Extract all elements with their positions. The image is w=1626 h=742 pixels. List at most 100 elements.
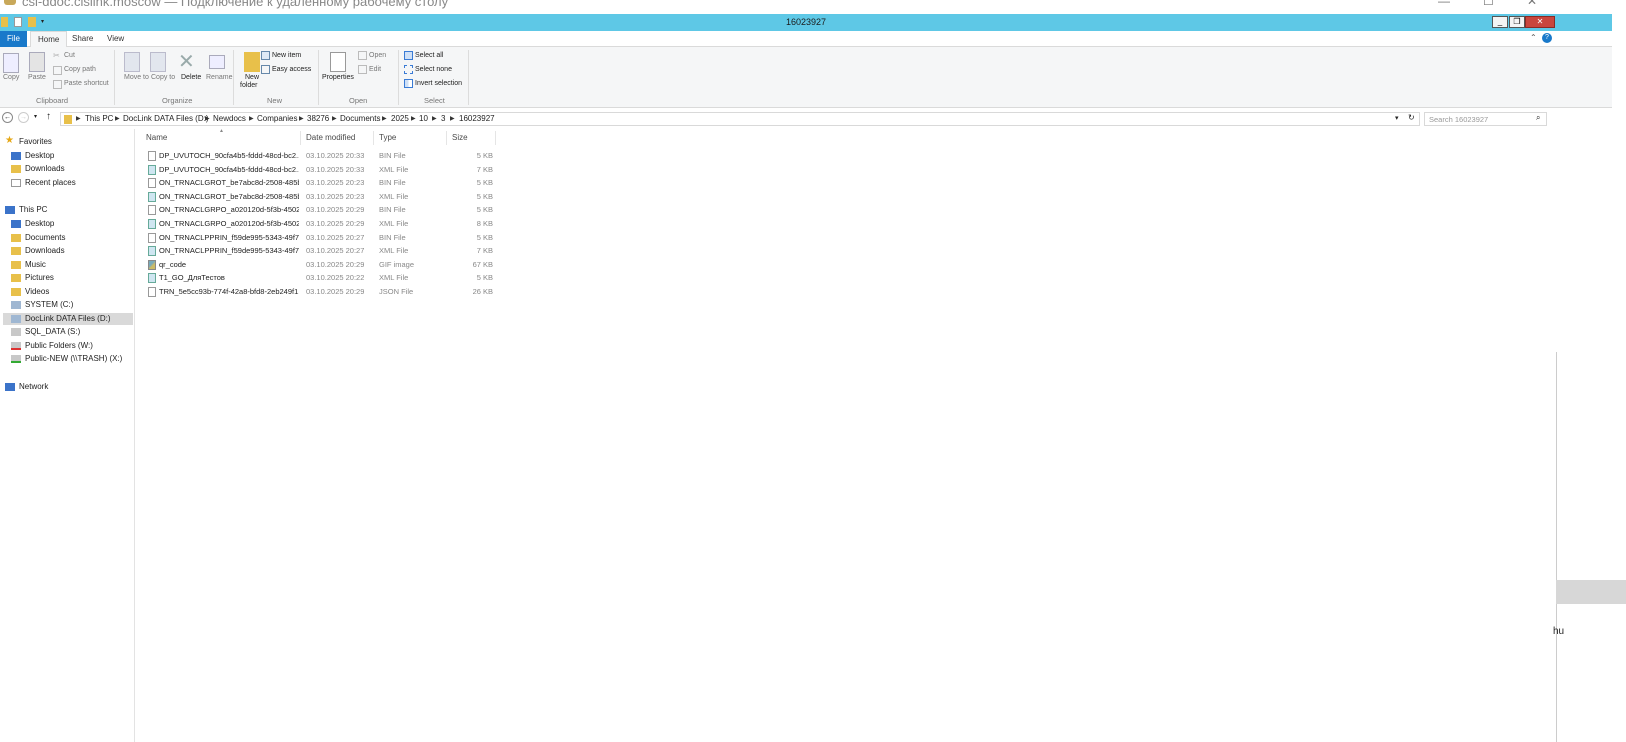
easy-access-button[interactable]: Easy access xyxy=(272,66,311,73)
file-row[interactable]: ON_TRNACLPPRIN_f59de995-5343-49f7-... 03.… xyxy=(138,231,498,245)
file-row[interactable]: DP_UVUTOCH_90cfa4b5-fddd-48cd-bc2... 03.1… xyxy=(138,163,498,177)
breadcrumb-3[interactable]: 3 xyxy=(441,114,445,123)
invert-selection-button[interactable]: Invert selection xyxy=(415,80,462,87)
file-row[interactable]: ON_TRNACLPPRIN_f59de995-5343-49f7-... 03.… xyxy=(138,244,498,258)
refresh-icon[interactable]: ↻ xyxy=(1408,113,1415,122)
nav-pc-music[interactable]: Music xyxy=(11,259,46,271)
nav-pc-documents[interactable]: Documents xyxy=(11,232,65,244)
address-bar[interactable]: ▶ This PC ▶ DocLink DATA Files (D:) ▶ Ne… xyxy=(60,112,1420,126)
file-row[interactable]: ON_TRNACLGRPO_a020120d-5f3b-4502-... 03.1… xyxy=(138,203,498,217)
file-row[interactable]: TRN_5e5cc93b-774f-42a8-bfd8-2eb249f1... 0… xyxy=(138,285,498,299)
chevron-right-icon[interactable]: ▶ xyxy=(450,115,455,122)
rdp-maximize-button[interactable]: ☐ xyxy=(1483,0,1494,8)
ribbon: Copy Paste ✂ Cut Copy path Paste shortcu… xyxy=(0,47,1612,108)
select-all-button[interactable]: Select all xyxy=(415,52,443,59)
explorer-restore-button[interactable]: ❐ xyxy=(1509,16,1525,28)
chevron-right-icon[interactable]: ▶ xyxy=(432,115,437,122)
column-header-size[interactable]: Size xyxy=(447,131,496,145)
clipboard-group-label: Clipboard xyxy=(36,96,69,105)
chevron-right-icon[interactable]: ▶ xyxy=(382,115,387,122)
nav-pc-doclink-d[interactable]: DocLink DATA Files (D:) xyxy=(3,313,133,325)
new-item-button[interactable]: New item xyxy=(272,52,301,59)
ribbon-separator xyxy=(233,50,234,105)
move-to-button[interactable]: Move to xyxy=(124,74,149,81)
chevron-right-icon[interactable]: ▶ xyxy=(76,115,81,122)
background-window-scrollbar xyxy=(1556,580,1626,604)
copy-button[interactable]: Copy xyxy=(3,74,19,81)
breadcrumb-this-pc[interactable]: This PC xyxy=(85,114,113,123)
file-row[interactable]: qr_code 03.10.2025 20:29 GIF image 67 KB xyxy=(138,258,498,272)
cut-button[interactable]: Cut xyxy=(64,52,75,59)
file-size: 5 KB xyxy=(476,273,493,283)
nav-fav-downloads[interactable]: Downloads xyxy=(11,163,65,175)
nav-pc-pictures[interactable]: Pictures xyxy=(11,272,54,284)
forward-button[interactable]: → xyxy=(18,112,29,123)
new-folder-button[interactable]: New xyxy=(245,74,259,81)
chevron-right-icon[interactable]: ▶ xyxy=(249,115,254,122)
help-icon[interactable]: ? xyxy=(1542,33,1552,43)
nav-pc-downloads[interactable]: Downloads xyxy=(11,245,65,257)
nav-pc-public-new-x[interactable]: Public-NEW (\\TRASH) (X:) xyxy=(11,353,122,365)
tab-home[interactable]: Home xyxy=(30,31,68,47)
rdp-close-button[interactable]: ✕ xyxy=(1527,0,1537,8)
nav-favorites[interactable]: ★ Favorites xyxy=(5,135,52,148)
breadcrumb-doclink-drive[interactable]: DocLink DATA Files (D:) xyxy=(123,114,209,123)
chevron-right-icon[interactable]: ▶ xyxy=(205,115,210,122)
nav-pc-system-c[interactable]: SYSTEM (C:) xyxy=(11,299,73,311)
collapse-ribbon-icon[interactable]: ⌃ xyxy=(1530,33,1537,42)
nav-network[interactable]: Network xyxy=(5,381,48,393)
chevron-right-icon[interactable]: ▶ xyxy=(411,115,416,122)
nav-fav-recent-places[interactable]: Recent places xyxy=(11,177,76,189)
breadcrumb-10[interactable]: 10 xyxy=(419,114,428,123)
paste-button[interactable]: Paste xyxy=(28,74,46,81)
select-none-button[interactable]: Select none xyxy=(415,66,452,73)
nav-pc-public-folders-w[interactable]: Public Folders (W:) xyxy=(11,340,93,352)
nav-pc-sql-data-s[interactable]: SQL_DATA (S:) xyxy=(11,326,80,338)
rdp-minimize-button[interactable]: — xyxy=(1438,0,1450,8)
breadcrumb-2025[interactable]: 2025 xyxy=(391,114,409,123)
nav-pc-desktop[interactable]: Desktop xyxy=(11,218,54,230)
tab-share[interactable]: Share xyxy=(65,31,100,47)
file-row[interactable]: DP_UVUTOCH_90cfa4b5-fddd-48cd-bc2... 03.1… xyxy=(138,149,498,163)
file-json-icon xyxy=(148,287,156,297)
breadcrumb-16023927[interactable]: 16023927 xyxy=(459,114,495,123)
chevron-right-icon[interactable]: ▶ xyxy=(115,115,120,122)
breadcrumb-newdocs[interactable]: Newdocs xyxy=(213,114,246,123)
paste-shortcut-button[interactable]: Paste shortcut xyxy=(64,80,109,87)
open-button[interactable]: Open xyxy=(369,52,386,59)
chevron-right-icon[interactable]: ▶ xyxy=(332,115,337,122)
file-row[interactable]: ON_TRNACLGROT_be7abc8d-2508-485b... 03.10… xyxy=(138,190,498,204)
file-row[interactable]: T1_GO_ДляТестов 03.10.2025 20:22 XML File 5… xyxy=(138,271,498,285)
breadcrumb-documents[interactable]: Documents xyxy=(340,114,380,123)
nav-pc-videos[interactable]: Videos xyxy=(11,286,49,298)
recent-locations-icon[interactable]: ▾ xyxy=(34,113,37,120)
copy-to-button[interactable]: Copy to xyxy=(151,74,175,81)
open-group-label: Open xyxy=(349,96,368,105)
edit-button[interactable]: Edit xyxy=(369,66,381,73)
column-header-date[interactable]: Date modified xyxy=(301,131,374,145)
nav-label: Network xyxy=(19,382,49,391)
explorer-minimize-button[interactable]: _ xyxy=(1492,16,1508,28)
column-header-type[interactable]: Type xyxy=(374,131,447,145)
explorer-close-button[interactable]: ✕ xyxy=(1525,16,1555,28)
breadcrumb-companies[interactable]: Companies xyxy=(257,114,297,123)
file-row[interactable]: ON_TRNACLGROT_be7abc8d-2508-485b... 03.10… xyxy=(138,176,498,190)
search-input[interactable]: Search 16023927 xyxy=(1424,112,1547,126)
nav-fav-desktop[interactable]: Desktop xyxy=(11,150,54,162)
new-folder-button-line2[interactable]: folder xyxy=(240,82,258,89)
properties-button[interactable]: Properties xyxy=(322,74,354,81)
breadcrumb-38276[interactable]: 38276 xyxy=(307,114,329,123)
delete-button[interactable]: Delete xyxy=(181,74,201,81)
copy-path-button[interactable]: Copy path xyxy=(64,66,96,73)
chevron-right-icon[interactable]: ▶ xyxy=(299,115,304,122)
column-header-name[interactable]: Name xyxy=(141,131,301,145)
back-button[interactable]: ← xyxy=(2,112,13,123)
address-dropdown-icon[interactable]: ▾ xyxy=(1395,114,1399,122)
search-icon[interactable]: ⌕ xyxy=(1536,113,1540,123)
tab-file[interactable]: File xyxy=(0,31,27,47)
up-button[interactable]: ↑ xyxy=(46,111,51,122)
file-row[interactable]: ON_TRNACLGRPO_a020120d-5f3b-4502-... 03.1… xyxy=(138,217,498,231)
tab-view[interactable]: View xyxy=(100,31,131,47)
nav-this-pc[interactable]: This PC xyxy=(5,204,47,216)
rename-button[interactable]: Rename xyxy=(206,74,232,81)
